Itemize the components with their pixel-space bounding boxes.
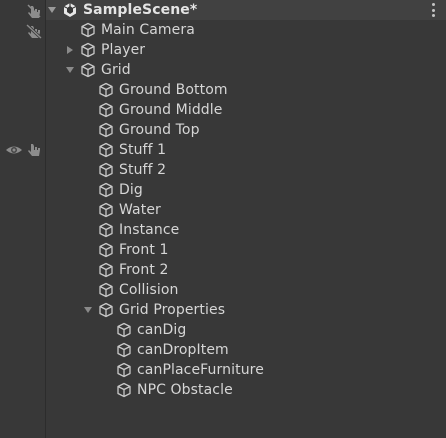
gameobject-cube-icon (99, 202, 113, 218)
gameobject-cube-icon (117, 342, 131, 358)
hierarchy-item[interactable]: NPC Obstacle (46, 380, 446, 400)
hierarchy-item-label: canDropItem (137, 342, 229, 358)
hierarchy-item[interactable]: canPlaceFurniture (46, 360, 446, 380)
hierarchy-item[interactable]: Stuff 1 (46, 140, 446, 160)
hierarchy-item[interactable]: Ground Middle (46, 100, 446, 120)
hierarchy-item-label: Front 2 (119, 262, 169, 278)
eye-icon[interactable] (5, 141, 23, 159)
hierarchy-panel: SampleScene* Main Camera Player Grid Ground… (46, 0, 446, 438)
hierarchy-item-label: Main Camera (101, 22, 195, 38)
gameobject-cube-icon (99, 302, 113, 318)
hierarchy-item[interactable]: Grid (46, 60, 446, 80)
hierarchy-item-label: canDig (137, 322, 187, 338)
camera-pickability-crossed-hand-icon[interactable] (25, 22, 43, 40)
gameobject-cube-icon (99, 242, 113, 258)
hierarchy-item-label: Ground Middle (119, 102, 223, 118)
hierarchy-item[interactable]: Player (46, 40, 446, 60)
hierarchy-item-label: Stuff 2 (119, 162, 167, 178)
expanded-arrow-icon[interactable] (64, 60, 76, 80)
gameobject-cube-icon (99, 102, 113, 118)
hierarchy-item-label: Ground Top (119, 122, 200, 138)
hierarchy-item[interactable]: Stuff 2 (46, 160, 446, 180)
hierarchy-item[interactable]: Instance (46, 220, 446, 240)
scene-row[interactable]: SampleScene* (46, 0, 446, 20)
hierarchy-item-label: Stuff 1 (119, 142, 167, 158)
hierarchy-item[interactable]: Main Camera (46, 20, 446, 40)
gameobject-cube-icon (117, 362, 131, 378)
gameobject-cube-icon (81, 42, 95, 58)
gameobject-cube-icon (99, 142, 113, 158)
kebab-menu-icon[interactable] (430, 2, 436, 18)
hierarchy-item-label: canPlaceFurniture (137, 362, 264, 378)
gameobject-cube-icon (99, 122, 113, 138)
gameobject-cube-icon (99, 82, 113, 98)
gameobject-cube-icon (99, 262, 113, 278)
hierarchy-item-label: Ground Bottom (119, 82, 228, 98)
hierarchy-item[interactable]: Ground Top (46, 120, 446, 140)
gameobject-cube-icon (117, 322, 131, 338)
scene-name: SampleScene* (83, 2, 198, 18)
scene-pickability-hand-icon[interactable] (25, 2, 43, 20)
visibility-pickability-gutter (0, 0, 46, 438)
hierarchy-item-label: Dig (119, 182, 143, 198)
unity-scene-icon (63, 3, 77, 17)
hierarchy-item-label: Grid (101, 62, 131, 78)
hierarchy-item-label: Grid Properties (119, 302, 226, 318)
gameobject-cube-icon (99, 222, 113, 238)
hierarchy-item-label: Water (119, 202, 161, 218)
gameobject-cube-icon (81, 62, 95, 78)
hierarchy-item[interactable]: Dig (46, 180, 446, 200)
hierarchy-item-label: NPC Obstacle (137, 382, 233, 398)
hierarchy-item[interactable]: Grid Properties (46, 300, 446, 320)
gameobject-cube-icon (99, 162, 113, 178)
gameobject-cube-icon (81, 22, 95, 38)
hierarchy-item-label: Instance (119, 222, 180, 238)
scene-expand-arrow-icon[interactable] (46, 0, 58, 20)
hierarchy-item[interactable]: canDig (46, 320, 446, 340)
hierarchy-item[interactable]: Water (46, 200, 446, 220)
hierarchy-item[interactable]: Front 1 (46, 240, 446, 260)
hand-pointer-icon[interactable] (25, 141, 43, 159)
hierarchy-item-label: Collision (119, 282, 179, 298)
hierarchy-item[interactable]: canDropItem (46, 340, 446, 360)
hierarchy-item[interactable]: Ground Bottom (46, 80, 446, 100)
hierarchy-item[interactable]: Collision (46, 280, 446, 300)
expanded-arrow-icon[interactable] (82, 300, 94, 320)
hierarchy-item-label: Player (101, 42, 146, 58)
hierarchy-item[interactable]: Front 2 (46, 260, 446, 280)
gameobject-cube-icon (99, 282, 113, 298)
hierarchy-item-label: Front 1 (119, 242, 169, 258)
gameobject-cube-icon (117, 382, 131, 398)
gameobject-cube-icon (99, 182, 113, 198)
collapsed-arrow-icon[interactable] (64, 40, 76, 60)
